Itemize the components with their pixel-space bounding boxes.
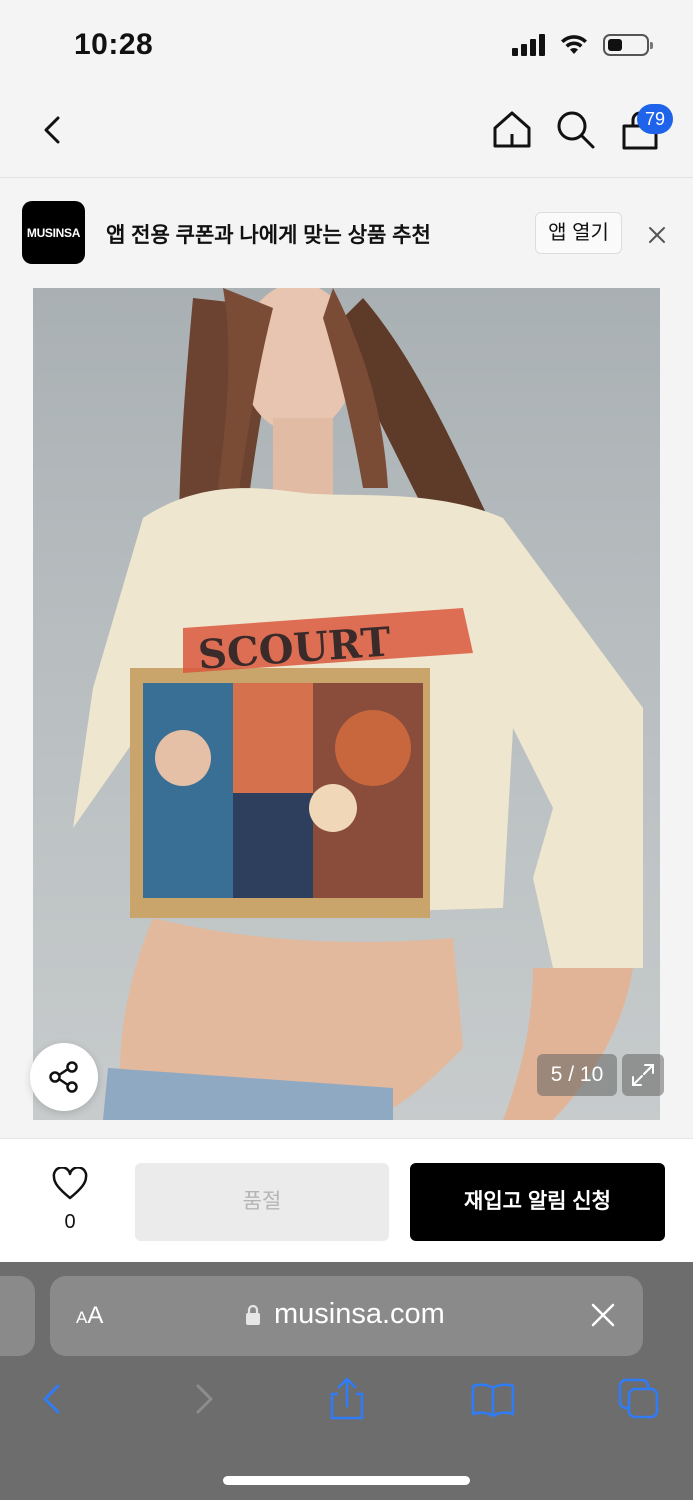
previous-tab-preview[interactable] [0, 1276, 35, 1356]
like-count: 0 [64, 1211, 76, 1233]
share-button[interactable] [30, 1043, 98, 1111]
sold-out-button: 품절 [135, 1163, 389, 1241]
browser-back-icon[interactable] [30, 1376, 76, 1422]
status-time: 10:28 [74, 28, 154, 61]
app-banner-text: 앱 전용 쿠폰과 나에게 맞는 상품 추천 [106, 224, 431, 247]
lock-icon [246, 1304, 260, 1325]
top-navigation [0, 90, 693, 178]
home-indicator [223, 1476, 470, 1485]
open-app-button[interactable]: 앱 열기 [535, 212, 622, 254]
search-icon[interactable] [554, 108, 598, 152]
cart-count-badge: 79 [637, 104, 673, 134]
bookmarks-book-icon[interactable] [470, 1376, 516, 1422]
image-page-counter: 5 / 10 [537, 1054, 617, 1096]
home-icon[interactable] [490, 108, 534, 152]
browser-share-icon[interactable] [324, 1376, 370, 1422]
product-photo-illustration: SCOURT [73, 288, 643, 1120]
close-banner-icon[interactable] [645, 223, 669, 247]
purchase-action-bar: 0 품절 재입고 알림 신청 [0, 1138, 693, 1262]
clear-url-icon[interactable] [590, 1302, 616, 1328]
product-image[interactable]: SCOURT [33, 288, 660, 1120]
expand-icon [632, 1064, 654, 1086]
cellular-signal-icon [512, 34, 545, 56]
status-bar: 10:28 [0, 0, 693, 90]
back-chevron-icon[interactable] [34, 110, 74, 150]
tabs-overview-icon[interactable] [616, 1376, 662, 1422]
url-text: musinsa.com [274, 1298, 445, 1330]
app-install-banner: MUSINSA 앱 전용 쿠폰과 나에게 맞는 상품 추천 앱 열기 [0, 179, 693, 285]
address-bar[interactable]: AA musinsa.com [50, 1276, 643, 1356]
restock-alert-button[interactable]: 재입고 알림 신청 [410, 1163, 665, 1241]
musinsa-logo[interactable]: MUSINSA [22, 201, 85, 264]
share-icon [49, 1061, 78, 1093]
expand-image-button[interactable] [622, 1054, 664, 1096]
reader-text-size-button[interactable]: AA [76, 1302, 103, 1330]
status-icons [512, 34, 653, 56]
battery-icon [603, 34, 653, 56]
wifi-icon [561, 35, 587, 54]
browser-forward-icon[interactable] [180, 1376, 226, 1422]
heart-icon[interactable] [52, 1167, 88, 1201]
